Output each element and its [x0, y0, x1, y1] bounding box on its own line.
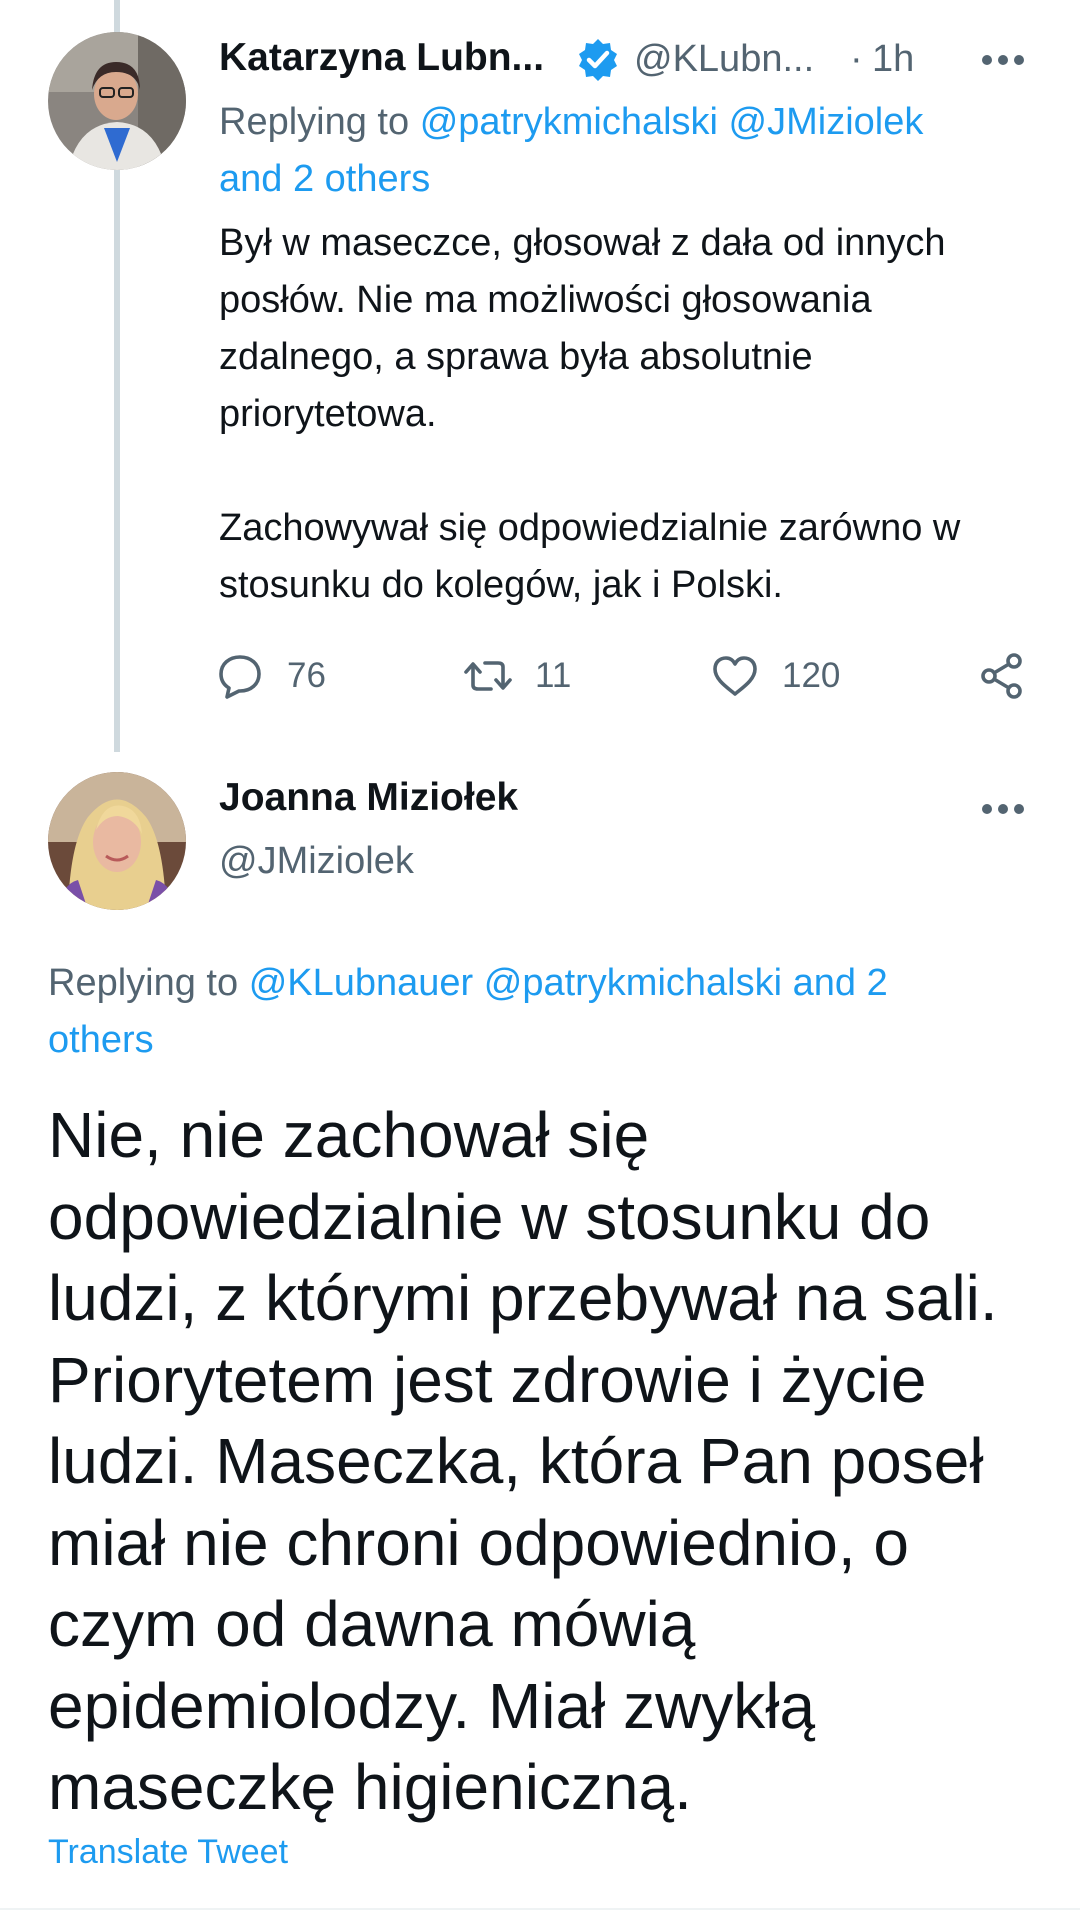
reply-others-link[interactable]: others	[48, 1019, 154, 1061]
share-button[interactable]	[977, 648, 1027, 704]
speech-bubble-icon	[219, 655, 261, 699]
tweet-actions: 76 11 120	[215, 648, 1035, 704]
replying-to-continued: and 2 others	[219, 151, 430, 208]
tweet-text: Nie, nie zachował się odpowiedzialnie w …	[48, 1099, 998, 1823]
replying-to: Replying to @KLubnauer @patrykmichalski …	[48, 955, 888, 1012]
avatar-katarzyna[interactable]	[48, 32, 186, 170]
author-name[interactable]: Katarzyna Lubn...	[219, 36, 544, 80]
replying-to: Replying to @patrykmichalski @JMiziolek	[219, 94, 923, 151]
heart-outline-icon	[713, 656, 757, 696]
replying-to-continued: others	[48, 1012, 154, 1069]
more-options-icon[interactable]	[980, 802, 1026, 816]
reply-others-link[interactable]: and 2 others	[219, 158, 430, 200]
replying-prefix: Replying to	[48, 962, 239, 1004]
tweet-text: Był w maseczce, głosował z dała od innyc…	[219, 222, 961, 606]
verified-badge-icon	[574, 36, 622, 84]
reply-mentions[interactable]: @patrykmichalski @JMiziolek	[420, 101, 924, 143]
retweet-count: 11	[535, 656, 572, 695]
avatar-image	[48, 772, 186, 910]
like-count: 120	[782, 656, 841, 695]
share-nodes-icon	[981, 653, 1022, 699]
reply-mentions[interactable]: @KLubnauer @patrykmichalski and 2	[249, 962, 888, 1004]
more-options-icon[interactable]	[980, 53, 1026, 67]
retweet-button[interactable]: 11	[463, 648, 571, 704]
translate-tweet-link[interactable]: Translate Tweet	[48, 1833, 288, 1872]
divider	[0, 1908, 1080, 1910]
author-name[interactable]: Joanna Miziołek	[219, 776, 518, 820]
reply-button[interactable]: 76	[215, 648, 326, 704]
author-handle[interactable]: @KLubn...	[634, 38, 814, 81]
retweet-arrows-icon	[464, 661, 512, 691]
replying-prefix: Replying to	[219, 101, 410, 143]
reply-count: 76	[287, 656, 326, 695]
like-button[interactable]: 120	[710, 648, 840, 704]
time-separator: ·	[850, 38, 863, 80]
avatar-joanna[interactable]	[48, 772, 186, 910]
author-handle[interactable]: @JMiziolek	[219, 840, 414, 883]
tweet-timestamp[interactable]: 1h	[872, 38, 914, 81]
avatar-image	[48, 32, 186, 170]
